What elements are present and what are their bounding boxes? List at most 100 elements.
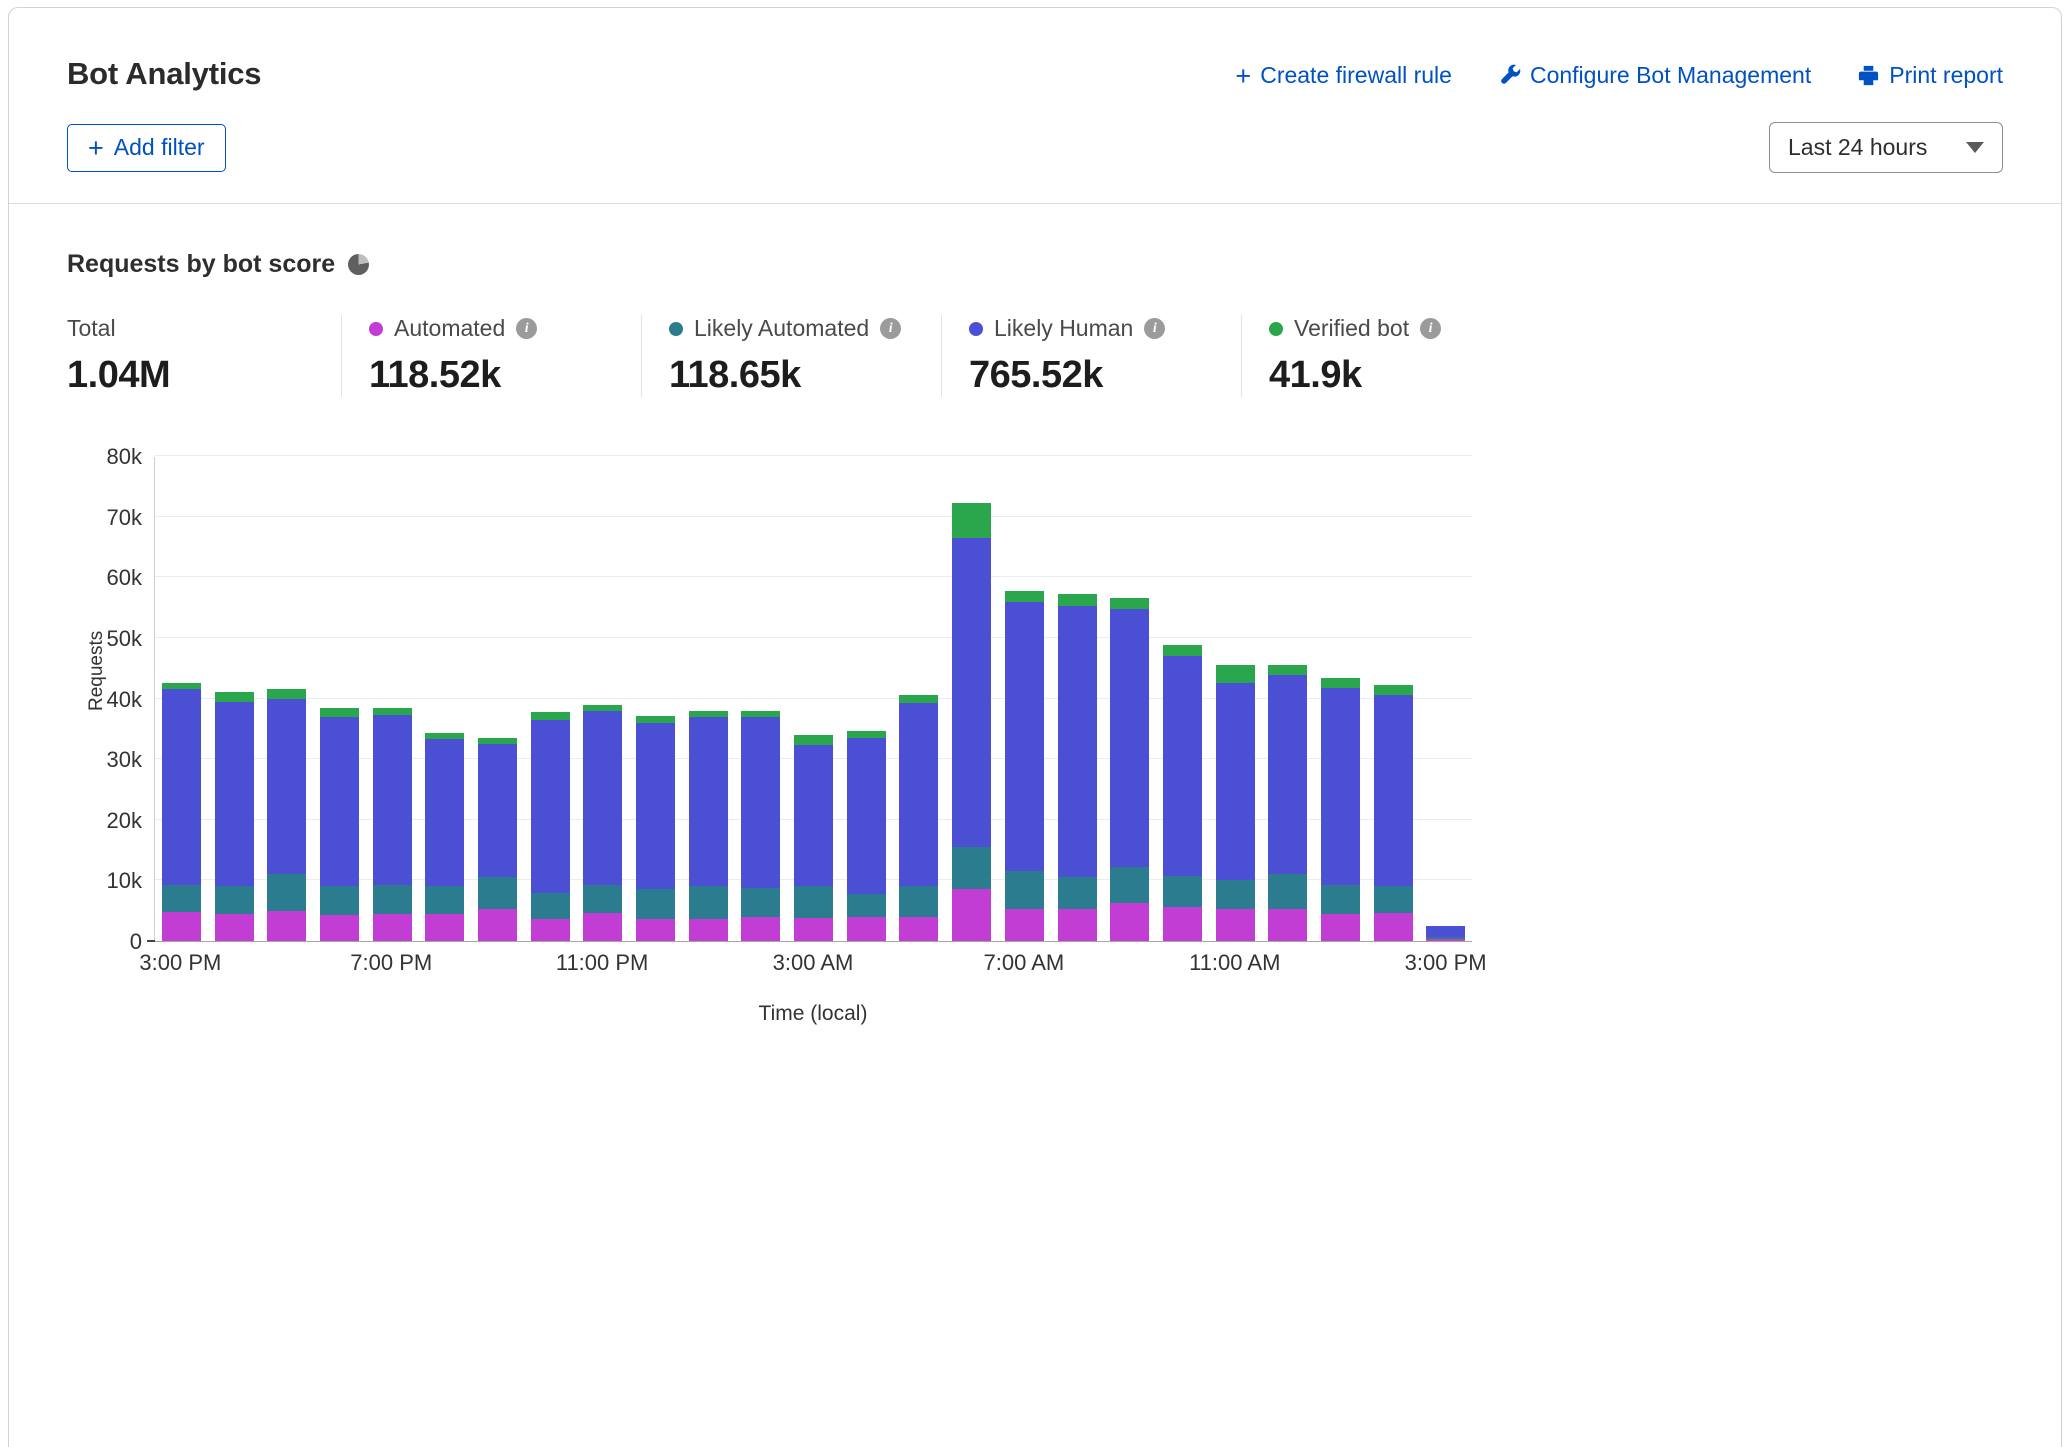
bar-segment[interactable] (794, 745, 833, 886)
info-icon[interactable]: i (1420, 318, 1441, 339)
bar-segment[interactable] (1005, 591, 1044, 602)
bar-segment[interactable] (267, 874, 306, 910)
bar-segment[interactable] (1216, 909, 1255, 941)
bar-segment[interactable] (162, 689, 201, 884)
bar-segment[interactable] (1374, 685, 1413, 696)
bar-segment[interactable] (1163, 656, 1202, 875)
bar-segment[interactable] (794, 886, 833, 918)
bar[interactable] (1314, 457, 1367, 941)
bar-segment[interactable] (899, 917, 938, 941)
bar-segment[interactable] (373, 914, 412, 941)
bar[interactable] (682, 457, 735, 941)
bar[interactable] (1051, 457, 1104, 941)
info-icon[interactable]: i (1144, 318, 1165, 339)
bar-segment[interactable] (952, 538, 991, 847)
bar[interactable] (1420, 457, 1473, 941)
bar[interactable] (893, 457, 946, 941)
bar-segment[interactable] (689, 919, 728, 941)
bar-segment[interactable] (1268, 874, 1307, 909)
bar[interactable] (840, 457, 893, 941)
bar-segment[interactable] (320, 915, 359, 941)
bar-segment[interactable] (531, 712, 570, 719)
bar[interactable] (313, 457, 366, 941)
bar[interactable] (155, 457, 208, 941)
bar[interactable] (1103, 457, 1156, 941)
bar-segment[interactable] (478, 744, 517, 877)
bar-segment[interactable] (1058, 877, 1097, 909)
bar-segment[interactable] (583, 711, 622, 885)
configure-bot-management-link[interactable]: Configure Bot Management (1498, 62, 1811, 89)
info-icon[interactable]: i (880, 318, 901, 339)
bar-segment[interactable] (1321, 688, 1360, 885)
print-report-link[interactable]: Print report (1857, 62, 2003, 89)
bar-segment[interactable] (425, 886, 464, 914)
bar-segment[interactable] (952, 889, 991, 941)
bar-segment[interactable] (215, 886, 254, 913)
bar-segment[interactable] (899, 703, 938, 886)
bar-segment[interactable] (478, 877, 517, 909)
bar-segment[interactable] (1426, 926, 1465, 936)
bar-segment[interactable] (952, 847, 991, 889)
bar-segment[interactable] (1163, 645, 1202, 656)
bar[interactable] (208, 457, 261, 941)
bar-segment[interactable] (267, 689, 306, 698)
bar-segment[interactable] (1163, 907, 1202, 941)
bar[interactable] (998, 457, 1051, 941)
bar-segment[interactable] (1005, 602, 1044, 872)
bar-segment[interactable] (215, 914, 254, 941)
bar-segment[interactable] (267, 699, 306, 875)
bar-segment[interactable] (741, 888, 780, 916)
bar-segment[interactable] (1058, 909, 1097, 941)
bar-segment[interactable] (531, 720, 570, 893)
bar-segment[interactable] (1110, 903, 1149, 941)
bar-segment[interactable] (1005, 871, 1044, 909)
bar-segment[interactable] (1216, 665, 1255, 683)
bar-segment[interactable] (1163, 876, 1202, 908)
bar[interactable] (1209, 457, 1262, 941)
bar-segment[interactable] (425, 739, 464, 886)
bar[interactable] (945, 457, 998, 941)
bar-segment[interactable] (1374, 695, 1413, 886)
bar[interactable] (524, 457, 577, 941)
bar-segment[interactable] (636, 889, 675, 919)
bar-segment[interactable] (847, 917, 886, 941)
bar[interactable] (1367, 457, 1420, 941)
bar-segment[interactable] (320, 717, 359, 887)
bar[interactable] (1156, 457, 1209, 941)
time-range-dropdown[interactable]: Last 24 hours (1769, 122, 2003, 173)
create-firewall-rule-link[interactable]: + Create firewall rule (1235, 62, 1452, 89)
bar[interactable] (735, 457, 788, 941)
bar-segment[interactable] (899, 695, 938, 703)
bar-segment[interactable] (267, 911, 306, 941)
bar-segment[interactable] (1374, 913, 1413, 941)
bar-segment[interactable] (1321, 678, 1360, 688)
bar-segment[interactable] (162, 885, 201, 912)
bar-segment[interactable] (1268, 675, 1307, 874)
bar-segment[interactable] (425, 914, 464, 941)
bar-segment[interactable] (320, 886, 359, 914)
bar[interactable] (629, 457, 682, 941)
bar-segment[interactable] (1216, 880, 1255, 908)
bar-segment[interactable] (583, 885, 622, 913)
bar-segment[interactable] (1321, 885, 1360, 913)
bar-segment[interactable] (1216, 683, 1255, 880)
bar-segment[interactable] (1321, 914, 1360, 941)
info-icon[interactable]: i (516, 318, 537, 339)
bar-segment[interactable] (1374, 886, 1413, 913)
bar-segment[interactable] (1005, 909, 1044, 941)
bar-segment[interactable] (1058, 606, 1097, 878)
bar-segment[interactable] (373, 715, 412, 885)
bar[interactable] (366, 457, 419, 941)
bar-segment[interactable] (373, 708, 412, 715)
bar-segment[interactable] (899, 886, 938, 916)
bar-segment[interactable] (741, 717, 780, 889)
bar-segment[interactable] (373, 885, 412, 913)
bar-segment[interactable] (847, 731, 886, 738)
bar-segment[interactable] (847, 894, 886, 916)
bar-segment[interactable] (689, 886, 728, 919)
bar-segment[interactable] (1268, 665, 1307, 676)
bar-segment[interactable] (531, 893, 570, 920)
bar-segment[interactable] (636, 723, 675, 890)
bar-segment[interactable] (1426, 939, 1465, 941)
bar[interactable] (418, 457, 471, 941)
